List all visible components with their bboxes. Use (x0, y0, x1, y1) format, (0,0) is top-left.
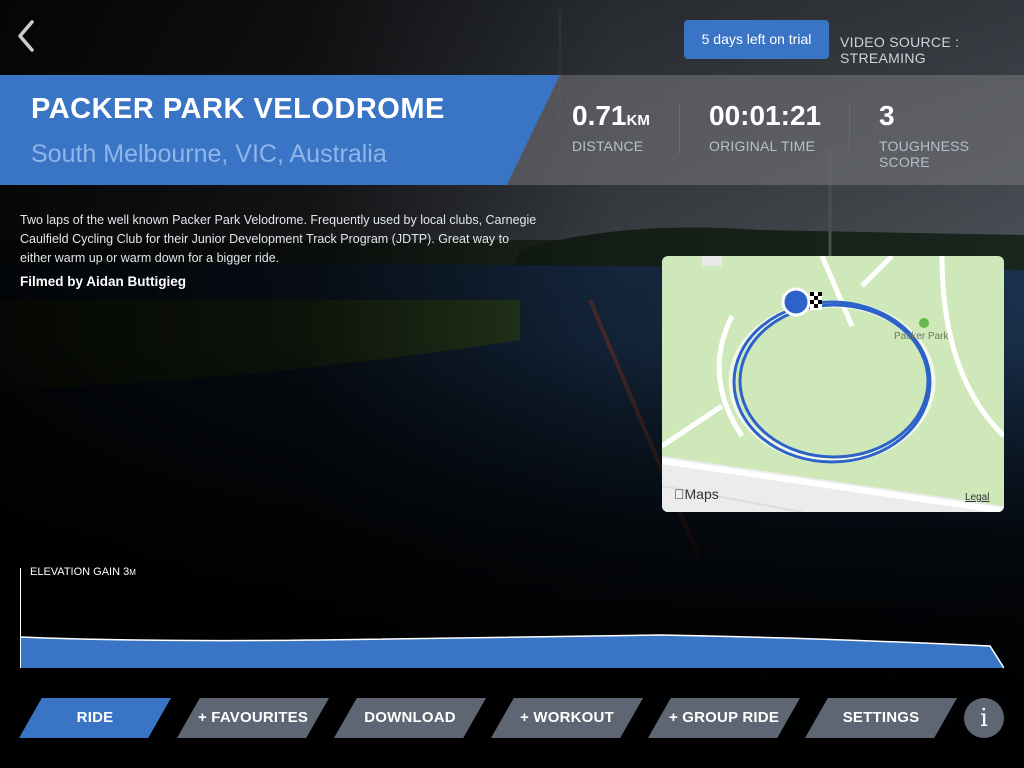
ride-title: PACKER PARK VELODROME (31, 93, 445, 125)
time-value: 00:01:21 (709, 100, 822, 131)
workout-button-label: + WORKOUT (520, 709, 614, 726)
favourites-button[interactable]: + FAVOURITES (177, 698, 329, 738)
stat-divider (679, 104, 680, 154)
distance-label: DISTANCE (572, 138, 644, 154)
chevron-left-icon (18, 20, 34, 52)
settings-button-label: SETTINGS (842, 709, 920, 726)
ride-location: South Melbourne, VIC, Australia (31, 140, 387, 168)
favourites-button-label: + FAVOURITES (197, 709, 309, 726)
elevation-profile (20, 568, 1004, 669)
settings-button[interactable]: SETTINGS (805, 698, 957, 738)
ride-button[interactable]: RIDE (19, 698, 171, 738)
workout-button[interactable]: + WORKOUT (491, 698, 643, 738)
map-graphic (662, 256, 1004, 512)
ride-button-label: RIDE (76, 709, 114, 726)
toughness-value: 3 (879, 100, 895, 131)
map-poi-label: Packer Park (894, 331, 949, 342)
maps-logo-text: Maps (674, 486, 719, 502)
time-label: ORIGINAL TIME (709, 138, 816, 154)
start-marker-icon (781, 287, 811, 317)
elevation-gain-label: ELEVATION GAIN 3M (30, 566, 136, 578)
stat-divider (849, 104, 850, 154)
group-ride-button[interactable]: + GROUP RIDE (648, 698, 800, 738)
stat-original-time: 00:01:21 ORIGINAL TIME (709, 100, 821, 154)
back-button[interactable] (12, 16, 42, 56)
elevation-gain-value: ELEVATION GAIN 3 (30, 566, 130, 578)
download-button-label: DOWNLOAD (364, 709, 456, 726)
download-button[interactable]: DOWNLOAD (334, 698, 486, 738)
ride-credit: Filmed by Aidan Buttigieg (20, 274, 187, 289)
elevation-gain-unit: M (129, 568, 136, 577)
info-button[interactable]: i (964, 698, 1004, 738)
park-pin-icon (919, 318, 929, 328)
info-icon: i (980, 704, 988, 732)
stat-distance: 0.71KM DISTANCE (572, 100, 650, 154)
ride-description: Two laps of the well known Packer Park V… (20, 213, 537, 265)
distance-unit: KM (626, 112, 650, 129)
maps-logo: Maps (674, 486, 719, 502)
video-source-label: VIDEO SOURCE : STREAMING (840, 34, 960, 66)
group-ride-button-label: + GROUP RIDE (668, 709, 780, 726)
apple-icon:  (674, 486, 685, 502)
distance-value-row: 0.71KM (572, 100, 650, 132)
finish-flag-icon (810, 292, 822, 310)
toughness-label: TOUGHNESS SCORE (879, 138, 970, 170)
map-legal-link[interactable]: Legal (965, 492, 989, 503)
trial-button[interactable]: 5 days left on trial (684, 20, 829, 59)
stat-toughness: 3 TOUGHNESS SCORE (879, 100, 1024, 170)
route-map[interactable]: Packer Park Maps Legal (662, 256, 1004, 512)
distance-value: 0.71 (572, 100, 627, 131)
